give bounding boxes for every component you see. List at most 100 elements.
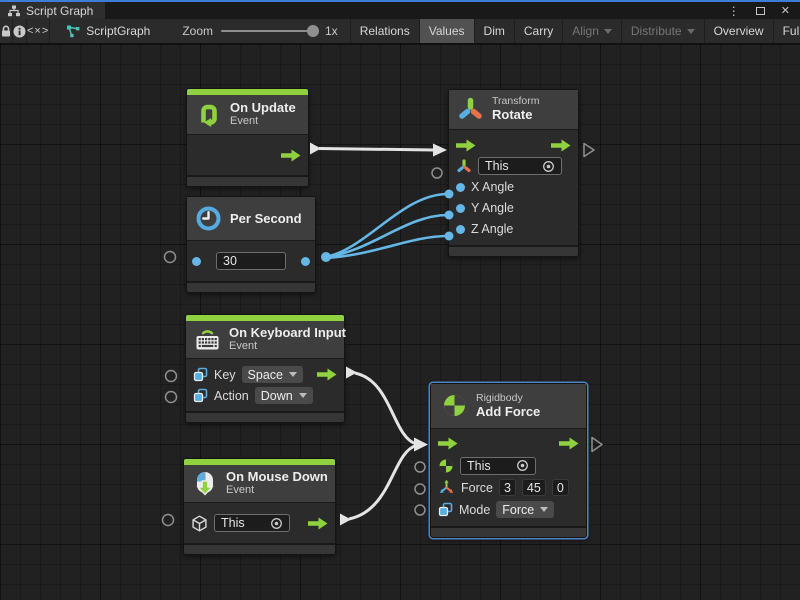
chevron-down-icon [687, 29, 695, 34]
chevron-down-icon [604, 29, 612, 34]
window-controls: ⋮ ✕ [728, 2, 800, 19]
inspect-button[interactable] [13, 19, 27, 43]
value-input-port[interactable] [456, 183, 465, 192]
value-input-port[interactable] [456, 225, 465, 234]
node-subtitle: Event [230, 115, 296, 128]
mode-dropdown[interactable]: Force [496, 501, 554, 518]
align-dropdown[interactable]: Align [562, 19, 621, 43]
relations-button[interactable]: Relations [350, 19, 419, 43]
this-field[interactable]: This [214, 514, 290, 532]
rate-value: 30 [223, 254, 279, 268]
node-footer [184, 543, 335, 554]
rigidbody-icon [438, 458, 454, 474]
node-title: Per Second [230, 211, 302, 226]
value-input-port[interactable] [456, 204, 465, 213]
node-title: On Keyboard Input [229, 325, 346, 340]
node-footer [187, 281, 315, 292]
carry-button[interactable]: Carry [514, 19, 562, 43]
on-update-loop-icon [195, 101, 222, 128]
port-label: Z Angle [471, 222, 513, 236]
wire-mouse-to-addforce[interactable] [340, 438, 428, 526]
chevron-down-icon [299, 393, 307, 398]
node-footer [187, 175, 308, 186]
rate-field[interactable]: 30 [216, 252, 286, 270]
flow-output-port[interactable] [281, 149, 301, 162]
zoom-label: Zoom [182, 24, 213, 38]
flow-output-port[interactable] [551, 139, 571, 152]
key-dropdown[interactable]: Space [242, 366, 303, 383]
lock-icon [0, 25, 12, 38]
node-footer [431, 526, 586, 537]
flow-input-port[interactable] [438, 437, 458, 450]
zoom-slider-handle[interactable] [307, 25, 319, 37]
flow-output-port[interactable] [308, 517, 328, 530]
force-y-value: 45 [527, 481, 541, 495]
node-footer [449, 245, 578, 256]
gameobject-cube-icon [191, 515, 208, 532]
node-keyboard-input[interactable]: On Keyboard Input Event Key Space [185, 314, 345, 423]
zoom-value: 1x [325, 24, 338, 38]
graph-hierarchy-icon [8, 5, 20, 17]
node-title: Add Force [476, 404, 540, 419]
mode-label: Mode [459, 503, 490, 517]
key-label: Key [214, 368, 236, 382]
node-subtitle: Event [226, 484, 328, 497]
force-y-field[interactable]: 45 [522, 479, 546, 496]
node-mouse-down[interactable]: On Mouse Down Event This [183, 458, 336, 555]
chevron-down-icon [289, 372, 297, 377]
window-menu-icon[interactable]: ⋮ [728, 4, 740, 18]
this-field[interactable]: This [478, 157, 562, 175]
maximize-icon[interactable] [756, 7, 765, 15]
tab-title: Script Graph [26, 4, 93, 18]
flow-output-port[interactable] [317, 368, 337, 381]
force-z-field[interactable]: 0 [552, 479, 569, 496]
lock-button[interactable] [0, 19, 13, 43]
dim-button[interactable]: Dim [474, 19, 514, 43]
distribute-dropdown[interactable]: Distribute [621, 19, 704, 43]
enum-icon [438, 502, 453, 517]
node-on-update[interactable]: On Update Event [186, 88, 309, 187]
tab-script-graph[interactable]: Script Graph [0, 2, 105, 19]
flow-input-port[interactable] [456, 139, 476, 152]
graph-name-label: ScriptGraph [86, 24, 150, 38]
target-picker-icon[interactable] [270, 517, 283, 530]
action-label: Action [214, 389, 249, 403]
graph-canvas[interactable]: On Update Event Transform [0, 44, 800, 600]
value-output-port[interactable] [301, 257, 310, 266]
force-x-value: 3 [504, 481, 511, 495]
graph-name[interactable]: ScriptGraph [50, 19, 164, 43]
target-picker-icon[interactable] [542, 160, 555, 173]
wire-persecond-to-angles[interactable] [326, 194, 448, 258]
wire-keyboard-to-addforce[interactable] [346, 367, 416, 445]
info-icon [13, 25, 26, 38]
node-title: On Mouse Down [226, 469, 328, 484]
port-label: X Angle [471, 180, 514, 194]
node-rotate[interactable]: Transform Rotate [448, 89, 579, 257]
toolbar-buttons: Relations Values Dim Carry Align Distrib… [350, 19, 800, 43]
keyboard-icon [194, 327, 221, 352]
close-icon[interactable]: ✕ [781, 4, 790, 17]
code-view-button[interactable]: <×> [27, 19, 50, 43]
node-add-force[interactable]: Rigidbody Add Force This [430, 383, 587, 538]
this-field[interactable]: This [460, 457, 536, 475]
action-value: Down [261, 389, 293, 403]
clock-icon [195, 205, 222, 232]
enum-icon [193, 367, 208, 382]
values-button[interactable]: Values [419, 19, 474, 43]
node-footer [186, 411, 344, 422]
flow-output-port[interactable] [559, 437, 579, 450]
key-value: Space [248, 368, 283, 382]
action-dropdown[interactable]: Down [255, 387, 313, 404]
fullscreen-button[interactable]: Full Screen [773, 19, 800, 43]
wire-onupdate-to-rotate[interactable] [310, 143, 447, 157]
overview-button[interactable]: Overview [704, 19, 773, 43]
value-input-port[interactable] [192, 257, 201, 266]
wires-layer [0, 44, 800, 600]
mode-value: Force [502, 503, 534, 517]
target-picker-icon[interactable] [516, 459, 529, 472]
align-label: Align [572, 24, 599, 38]
force-x-field[interactable]: 3 [499, 479, 516, 496]
zoom-slider[interactable] [221, 30, 317, 32]
node-title: On Update [230, 100, 296, 115]
node-per-second[interactable]: Per Second 30 [186, 196, 316, 293]
